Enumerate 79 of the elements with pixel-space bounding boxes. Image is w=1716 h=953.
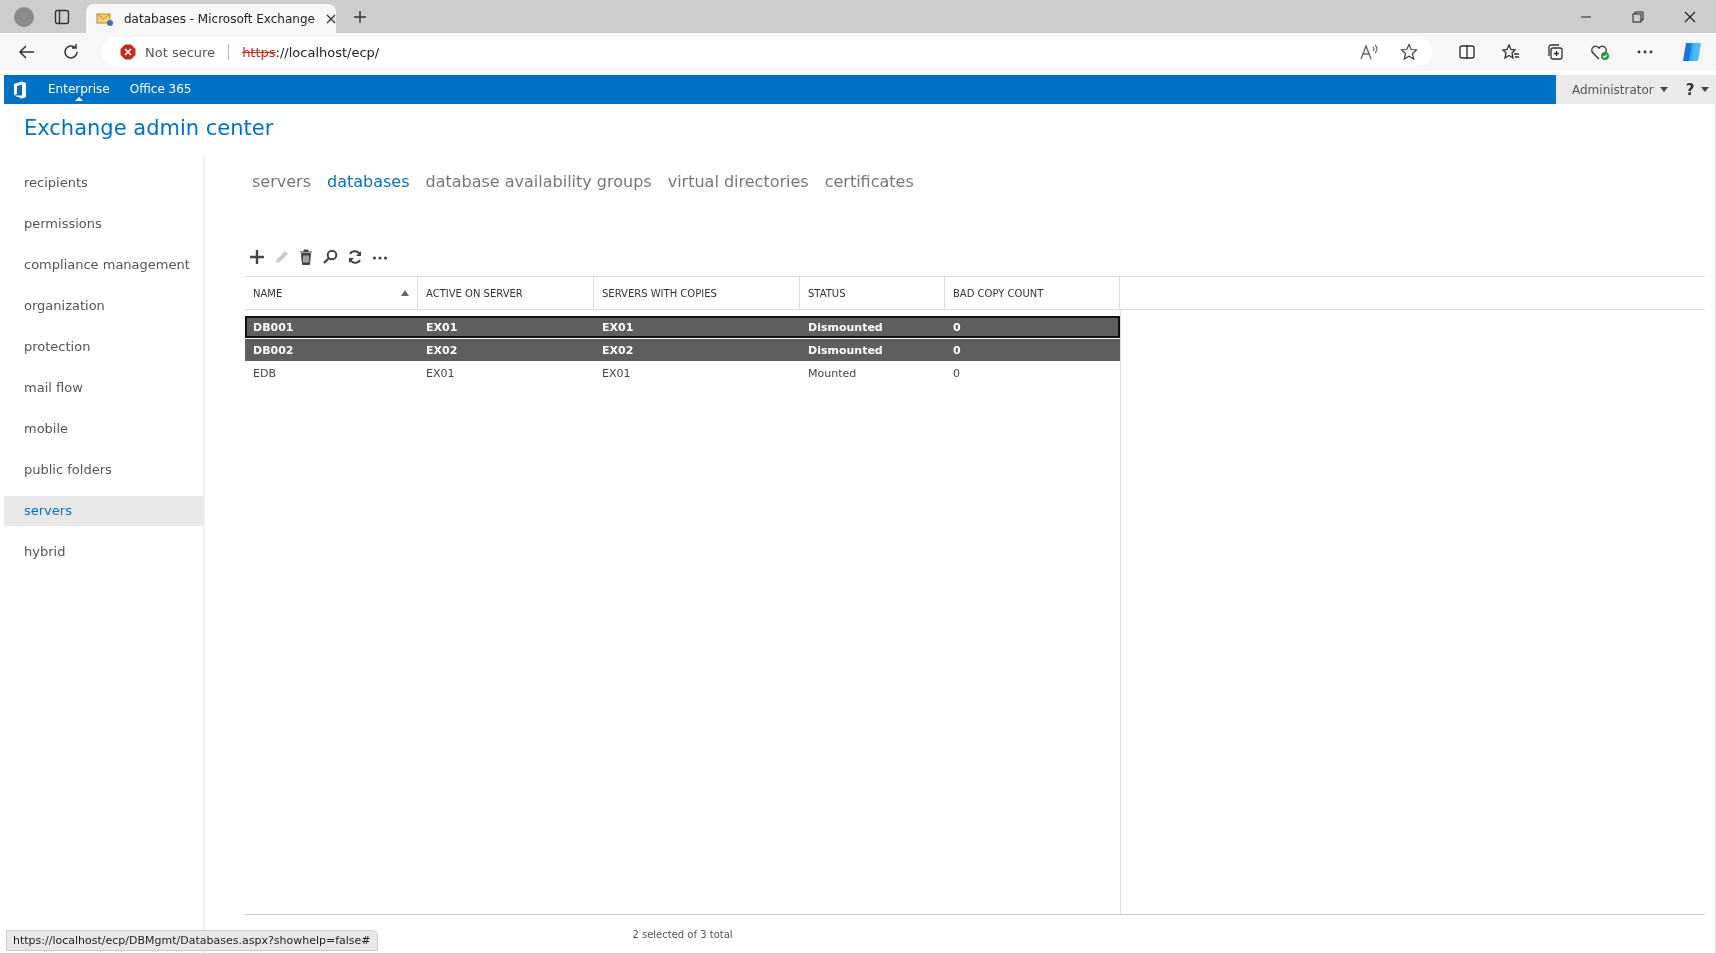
sidebar-item[interactable]: compliance management (4, 250, 203, 280)
table-cell-text: 0 (952, 320, 962, 334)
tab[interactable]: virtual directories (667, 172, 809, 242)
restore-icon[interactable] (1632, 10, 1644, 23)
sidebar-item[interactable]: recipients (4, 168, 203, 198)
column-label: NAME (253, 287, 283, 299)
table-cell-text: DB002 (252, 343, 295, 357)
security-label: Not secure (145, 44, 216, 60)
table-cell-text: Dismounted (807, 343, 884, 357)
refresh-icon[interactable] (62, 43, 80, 61)
column-header[interactable]: STATUS (800, 277, 945, 309)
office-logo-icon (12, 80, 28, 99)
table-cell-text: EX01 (601, 320, 635, 334)
envelope-icon (96, 10, 114, 27)
column-header[interactable]: BAD COPY COUNT (945, 277, 1120, 309)
collections-icon[interactable] (1546, 43, 1564, 61)
top-nav-link[interactable]: Enterprise (48, 75, 110, 104)
table-cell-text: DB001 (252, 320, 295, 334)
tab[interactable]: certificates (824, 172, 914, 242)
close-icon[interactable] (1684, 10, 1696, 23)
column-header[interactable]: NAME (245, 277, 418, 309)
browser-tab[interactable]: databases - Microsoft Exchange (86, 4, 336, 33)
trash-icon[interactable] (299, 249, 313, 265)
address-field[interactable]: Not secure https://localhost/ecp/ (102, 37, 1432, 67)
search-icon[interactable] (322, 249, 338, 265)
caret-icon[interactable] (1700, 87, 1709, 92)
refresh-icon[interactable] (347, 249, 363, 265)
tab[interactable]: database availability groups (425, 172, 652, 242)
sidebar-item[interactable]: organization (4, 291, 203, 321)
column-label: SERVERS WITH COPIES (602, 287, 717, 299)
tab-actions-icon[interactable] (54, 8, 70, 25)
status-url-tooltip: https://localhost/ecp/DBMgmt/Databases.aspx?showhelp=false# (6, 930, 378, 951)
table-cell-text: 0 (952, 366, 961, 380)
sidebar-item[interactable]: mail flow (4, 373, 203, 403)
table-cell-text: EX01 (425, 366, 456, 380)
table-cell-text: EX01 (425, 320, 459, 334)
sidebar-item[interactable]: mobile (4, 414, 203, 444)
heart-check-icon[interactable] (1590, 43, 1610, 61)
table-cell-text: Mounted (807, 366, 858, 380)
tab[interactable]: servers (252, 172, 311, 242)
user-menu[interactable]: Administrator (1572, 82, 1654, 97)
sidebar-item[interactable]: public folders (4, 455, 203, 485)
column-label: BAD COPY COUNT (953, 287, 1044, 299)
sidebar-item[interactable]: protection (4, 332, 203, 362)
new-tab-icon[interactable] (352, 8, 368, 25)
warning-icon (120, 44, 136, 60)
url-text: https://localhost/ecp/ (242, 44, 380, 60)
help-menu[interactable]: ? (1685, 80, 1695, 99)
column-label: STATUS (808, 287, 846, 299)
table-cell-text: EDB (252, 366, 277, 380)
table-cell-text: Dismounted (807, 320, 884, 334)
table-row[interactable]: DB002 EX02 EX02 Dismounted 0 (245, 339, 1120, 361)
sidebar-item[interactable]: servers (4, 496, 203, 526)
table-cell-text: 0 (952, 343, 962, 357)
sort-ascending-icon[interactable] (401, 290, 409, 296)
tab-title: databases - Microsoft Exchange (124, 11, 315, 26)
favorites-icon[interactable] (1502, 43, 1520, 61)
column-header[interactable]: SERVERS WITH COPIES (594, 277, 800, 309)
top-nav-link[interactable]: Office 365 (129, 75, 192, 104)
table-cell-text: EX01 (601, 366, 632, 380)
close-icon[interactable] (324, 12, 337, 25)
star-icon[interactable] (1400, 43, 1418, 61)
column-label: ACTIVE ON SERVER (426, 287, 523, 299)
tab[interactable]: databases (327, 172, 410, 242)
app-title: Exchange admin center (24, 116, 275, 142)
selection-count: 2 selected of 3 total (632, 928, 733, 940)
caret-icon[interactable] (1659, 87, 1668, 92)
table-row[interactable]: DB001 EX01 EX01 Dismounted 0 (245, 316, 1120, 338)
sidebar-item[interactable]: permissions (4, 209, 203, 239)
table-row[interactable]: EDB EX01 EX01 Mounted 0 (245, 362, 1120, 384)
split-screen-icon[interactable] (1458, 43, 1476, 61)
back-icon[interactable] (18, 43, 36, 61)
add-icon[interactable] (249, 249, 265, 265)
table-cell-text: EX02 (425, 343, 459, 357)
copilot-icon[interactable] (1680, 40, 1704, 64)
read-aloud-icon[interactable] (1359, 43, 1379, 61)
table-cell-text: EX02 (601, 343, 635, 357)
sidebar-item[interactable]: hybrid (4, 537, 203, 567)
column-header[interactable]: ACTIVE ON SERVER (418, 277, 594, 309)
